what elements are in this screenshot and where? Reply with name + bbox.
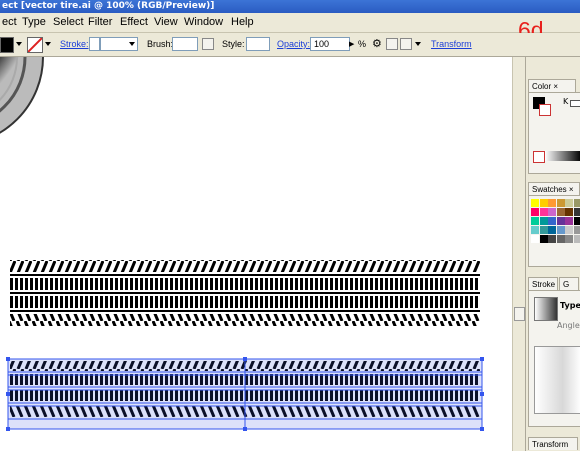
close-icon[interactable]: × xyxy=(553,82,558,91)
color-swatch[interactable] xyxy=(531,235,539,243)
brush-field[interactable] xyxy=(172,37,198,51)
gradient-type-label: Type: xyxy=(560,301,580,310)
color-swatch[interactable] xyxy=(573,208,580,216)
fill-dropdown-arrow-icon[interactable] xyxy=(16,42,22,46)
color-swatch[interactable] xyxy=(565,226,573,234)
color-swatch[interactable] xyxy=(573,235,580,243)
menu-bar: ect Type Select Filter Effect View Windo… xyxy=(0,13,580,33)
tab-color[interactable]: Color × xyxy=(528,79,576,92)
menu-item-effect[interactable]: Effect xyxy=(120,13,148,32)
canvas-vertical-scrollbar[interactable] xyxy=(512,57,525,451)
color-swatch[interactable] xyxy=(556,199,565,207)
k-slider[interactable] xyxy=(570,100,580,107)
percent-sign: % xyxy=(358,39,367,49)
close-icon[interactable]: × xyxy=(569,185,574,194)
color-swatch[interactable] xyxy=(565,199,573,207)
opacity-input[interactable]: 100 xyxy=(310,37,350,51)
window-title: ect [vector tire.ai @ 100% (RGB/Preview)… xyxy=(2,1,215,11)
menu-item-window[interactable]: Window xyxy=(184,13,223,32)
color-swatch[interactable] xyxy=(539,199,548,207)
tab-gradient[interactable]: G xyxy=(559,277,579,290)
menu-item-type[interactable]: Type xyxy=(22,13,46,32)
artboard-canvas[interactable] xyxy=(0,57,512,451)
color-swatch[interactable] xyxy=(556,226,565,234)
color-swatch[interactable] xyxy=(539,208,548,216)
scrollbar-thumb[interactable] xyxy=(514,307,525,321)
color-swatch[interactable] xyxy=(548,226,556,234)
tab-transform[interactable]: Transform xyxy=(528,437,578,450)
color-swatch[interactable] xyxy=(573,226,580,234)
color-swatch[interactable] xyxy=(573,199,580,207)
tire-tread-pattern xyxy=(10,260,480,326)
color-swatch[interactable] xyxy=(565,235,573,243)
opacity-link[interactable]: Opacity: xyxy=(277,33,310,56)
options-dropdown-icon[interactable] xyxy=(415,42,421,46)
opacity-arrow-icon[interactable]: ▶ xyxy=(349,33,354,56)
gradient-angle-label: Angle: xyxy=(557,321,580,330)
tab-swatches[interactable]: Swatches × xyxy=(528,182,580,195)
stroke-color-box[interactable] xyxy=(539,104,551,116)
color-swatch[interactable] xyxy=(531,217,539,225)
menu-item-view[interactable]: View xyxy=(154,13,178,32)
fill-swatch[interactable] xyxy=(0,37,14,53)
gradient-thumbnail[interactable] xyxy=(534,297,558,321)
menu-item-help[interactable]: Help xyxy=(231,13,254,32)
color-swatch[interactable] xyxy=(539,226,548,234)
color-swatch[interactable] xyxy=(539,235,548,243)
stroke-swatch[interactable] xyxy=(27,37,43,53)
control-bar: Stroke: Brush: Style: Opacity: 100 ▶ % ⚙… xyxy=(0,33,580,57)
stroke-link[interactable]: Stroke: xyxy=(60,33,89,56)
style-label: Style: xyxy=(222,39,245,49)
panel-dock: Color × K Swatches × Stroke G Type: Angl… xyxy=(525,57,580,451)
color-swatch[interactable] xyxy=(548,199,556,207)
color-swatch[interactable] xyxy=(539,217,548,225)
color-swatch[interactable] xyxy=(556,235,565,243)
document-setup-icon[interactable] xyxy=(400,38,412,50)
color-panel: K xyxy=(528,92,580,174)
stroke-dropdown-arrow-icon[interactable] xyxy=(45,42,51,46)
transform-link[interactable]: Transform xyxy=(431,33,472,56)
color-swatch[interactable] xyxy=(556,208,565,216)
color-swatch[interactable] xyxy=(531,226,539,234)
menu-item-object[interactable]: ect xyxy=(2,13,17,32)
gradient-slider-area[interactable] xyxy=(534,346,580,414)
menu-item-select[interactable]: Select xyxy=(53,13,84,32)
tire-graphic xyxy=(0,57,44,134)
color-swatch[interactable] xyxy=(573,217,580,225)
color-swatch[interactable] xyxy=(548,217,556,225)
color-spectrum-bar[interactable] xyxy=(545,151,580,161)
artwork xyxy=(0,57,484,431)
menu-item-filter[interactable]: Filter xyxy=(88,13,112,32)
align-options-icon[interactable] xyxy=(386,38,398,50)
swatches-panel xyxy=(528,195,580,267)
selected-tread-pattern[interactable] xyxy=(6,357,484,431)
style-field[interactable] xyxy=(246,37,270,51)
none-color-icon[interactable] xyxy=(533,151,545,163)
gradient-panel: Type: Angle: xyxy=(528,290,580,427)
stroke-weight-dropdown-icon[interactable] xyxy=(129,42,135,46)
color-k-label: K xyxy=(563,97,569,106)
color-swatch[interactable] xyxy=(565,217,573,225)
color-swatch[interactable] xyxy=(556,217,565,225)
isolate-icon[interactable]: ⚙ xyxy=(372,33,382,56)
color-swatch[interactable] xyxy=(531,208,539,216)
color-swatch[interactable] xyxy=(548,208,556,216)
color-swatch[interactable] xyxy=(548,235,556,243)
color-swatch[interactable] xyxy=(531,199,539,207)
window-title-bar: ect [vector tire.ai @ 100% (RGB/Preview)… xyxy=(0,0,580,13)
color-swatch[interactable] xyxy=(565,208,573,216)
stroke-weight-stepper[interactable] xyxy=(89,37,100,51)
brush-label: Brush: xyxy=(147,39,174,49)
brush-options-icon[interactable] xyxy=(202,38,214,50)
tab-stroke[interactable]: Stroke xyxy=(528,277,558,290)
